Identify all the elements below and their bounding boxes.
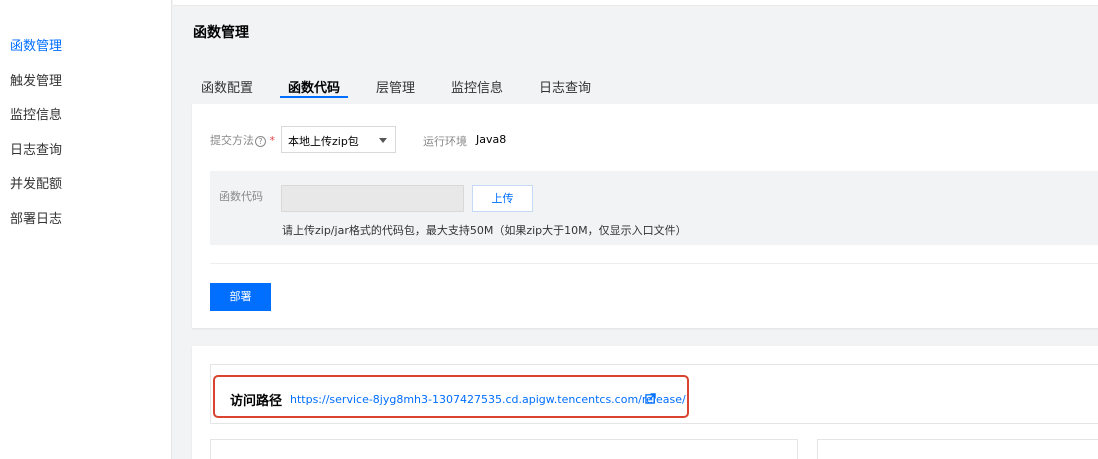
upload-button[interactable]: 上传 <box>472 185 533 212</box>
access-path-link[interactable]: https://service-8jyg8mh3-1307427535.cd.a… <box>290 393 686 406</box>
upload-hint: 请上传zip/jar格式的代码包，最大支持50M（如果zip大于10M，仅显示入… <box>282 224 687 237</box>
function-code-label: 函数代码 <box>219 190 263 203</box>
required-mark: * <box>269 134 276 147</box>
sidebar-item-log-query[interactable]: 日志查询 <box>10 139 62 158</box>
tab-function-config[interactable]: 函数配置 <box>201 77 253 96</box>
submit-method-label-text: 提交方法 <box>210 134 254 147</box>
submit-method-value: 本地上传zip包 <box>288 135 359 148</box>
sidebar-item-function-management[interactable]: 函数管理 <box>10 35 62 54</box>
sidebar-item-trigger-management[interactable]: 触发管理 <box>10 70 62 89</box>
chevron-down-icon <box>379 138 387 143</box>
top-bar <box>173 0 1098 6</box>
runtime-label: 运行环境 <box>423 135 467 148</box>
sidebar-item-concurrency-quota[interactable]: 并发配额 <box>10 173 62 192</box>
deploy-button[interactable]: 部署 <box>210 283 271 311</box>
active-tab-indicator <box>280 96 348 98</box>
external-link-icon[interactable] <box>645 393 656 404</box>
question-circle-icon[interactable]: ? <box>255 136 266 147</box>
access-path-label: 访问路径 <box>230 394 283 409</box>
sidebar: 函数管理 触发管理 监控信息 日志查询 并发配额 部署日志 <box>0 0 172 459</box>
tab-layer-management[interactable]: 层管理 <box>376 77 415 96</box>
divider <box>210 263 1098 264</box>
bottom-panel-left <box>210 439 798 459</box>
tab-function-code[interactable]: 函数代码 <box>288 77 340 96</box>
file-path-field[interactable] <box>281 185 464 212</box>
sidebar-item-deploy-log[interactable]: 部署日志 <box>10 208 62 227</box>
submit-method-select[interactable]: 本地上传zip包 <box>281 126 396 153</box>
page-title: 函数管理 <box>193 25 249 41</box>
sidebar-item-monitoring[interactable]: 监控信息 <box>10 104 62 123</box>
tab-monitoring[interactable]: 监控信息 <box>451 77 503 96</box>
tab-log-query[interactable]: 日志查询 <box>539 77 591 96</box>
runtime-value: Java8 <box>476 133 507 146</box>
bottom-panel-right <box>817 439 1098 459</box>
submit-method-label: 提交方法? * <box>210 132 275 148</box>
